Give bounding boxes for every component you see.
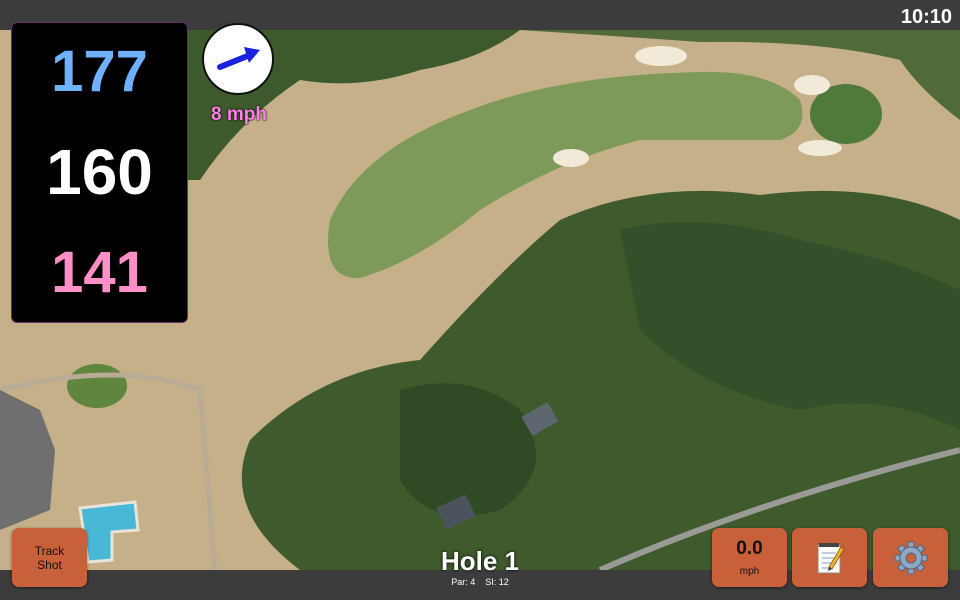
notepad-icon — [817, 542, 845, 573]
wind-compass — [202, 23, 274, 95]
hole-stroke-index: SI: 12 — [485, 577, 509, 587]
middle-yardage: 160 — [46, 136, 153, 209]
wind-arrow-icon — [217, 47, 260, 70]
wind-speed: 8 mph — [211, 104, 267, 125]
clock: 10:10 — [900, 6, 952, 28]
hole-title: Hole 1 — [440, 546, 520, 576]
track-shot-label-line1: Track — [34, 543, 65, 558]
speed-unit: mph — [739, 566, 760, 577]
speed-button[interactable]: 0.0 mph — [712, 528, 787, 587]
front-yardage: 141 — [51, 240, 148, 306]
track-shot-button[interactable]: Track Shot — [12, 528, 87, 587]
hole-info: Par: 4 SI: 12 — [380, 577, 580, 587]
gear-icon — [894, 541, 927, 574]
yardage-panel: 177 160 141 — [11, 22, 188, 323]
notes-button[interactable] — [792, 528, 867, 587]
back-yardage: 177 — [51, 38, 148, 104]
settings-button[interactable] — [873, 528, 948, 587]
track-shot-label-line2: Shot — [37, 557, 62, 572]
hole-par: Par: 4 — [451, 577, 476, 587]
speed-value: 0.0 — [736, 538, 763, 559]
